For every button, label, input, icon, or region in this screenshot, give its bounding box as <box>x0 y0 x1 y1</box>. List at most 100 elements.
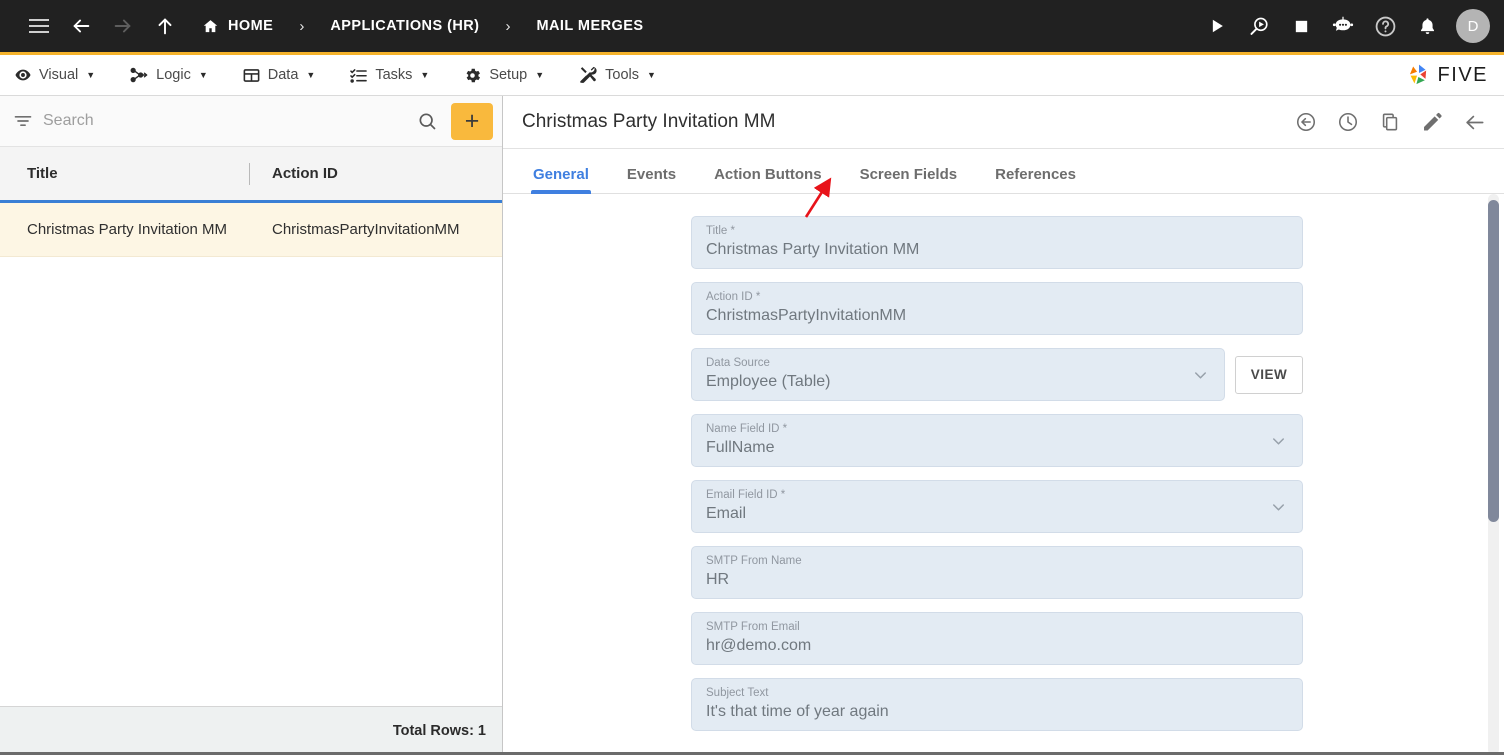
name-field-id-label: Name Field ID * <box>706 423 788 435</box>
close-icon[interactable] <box>1463 111 1486 134</box>
detail-tabs: General Events Action Buttons Screen Fie… <box>503 149 1504 194</box>
chevron-down-icon[interactable] <box>1269 431 1288 450</box>
hamburger-menu-icon[interactable] <box>18 5 60 47</box>
menu-label-logic: Logic <box>156 67 191 83</box>
title-field-label: Title * <box>706 225 735 237</box>
data-source-value: Employee (Table) <box>706 373 831 390</box>
run-icon[interactable] <box>1196 5 1238 47</box>
form-row-smtp-from-name: SMTP From Name HR <box>691 546 1303 599</box>
menu-label-tools: Tools <box>605 67 639 83</box>
preview-icon[interactable] <box>1238 5 1280 47</box>
action-id-field[interactable]: Action ID * ChristmasPartyInvitationMM <box>691 282 1303 335</box>
chevron-down-icon[interactable] <box>1269 497 1288 516</box>
tab-general[interactable]: General <box>531 166 591 194</box>
chevron-down-icon: ▼ <box>647 70 656 80</box>
records-empty-area <box>0 257 502 706</box>
duplicate-icon[interactable] <box>1379 111 1401 133</box>
menu-label-visual: Visual <box>39 67 79 83</box>
chevron-down-icon: ▼ <box>86 70 96 80</box>
forward-navigation-icon[interactable] <box>102 5 144 47</box>
scrollbar-thumb[interactable] <box>1488 200 1499 522</box>
search-icon[interactable] <box>417 111 437 131</box>
email-field-id-label: Email Field ID * <box>706 489 786 501</box>
name-field-id-select[interactable]: Name Field ID * FullName <box>691 414 1303 467</box>
column-header-action-id[interactable]: Action ID <box>250 165 338 182</box>
history-icon[interactable] <box>1337 111 1359 133</box>
breadcrumb-item-applications[interactable]: APPLICATIONS (HR) <box>330 18 479 34</box>
data-source-select[interactable]: Data Source Employee (Table) <box>691 348 1225 401</box>
add-record-button[interactable]: + <box>451 102 493 140</box>
smtp-from-name-label: SMTP From Name <box>706 555 802 567</box>
form-row-data-source: Data Source Employee (Table) VIEW <box>691 348 1303 401</box>
user-avatar[interactable]: D <box>1456 9 1490 43</box>
topbar-left-group: HOME › APPLICATIONS (HR) › MAIL MERGES <box>18 5 1196 47</box>
title-field-value: Christmas Party Invitation MM <box>706 241 920 258</box>
total-rows-footer: Total Rows: 1 <box>0 706 502 755</box>
breadcrumb-item-mail-merges[interactable]: MAIL MERGES <box>536 18 643 34</box>
detail-header: Christmas Party Invitation MM <box>503 96 1504 149</box>
menu-item-tasks[interactable]: Tasks ▼ <box>349 66 429 85</box>
form-row-subject-text: Subject Text It's that time of year agai… <box>691 678 1303 731</box>
flow-nodes-icon <box>129 65 149 85</box>
subject-text-label: Subject Text <box>706 687 769 699</box>
form-row-title: Title * Christmas Party Invitation MM <box>691 216 1303 269</box>
notifications-icon[interactable] <box>1406 5 1448 47</box>
add-record-label: + <box>464 106 480 135</box>
stop-icon[interactable] <box>1280 5 1322 47</box>
smtp-from-name-value: HR <box>706 571 730 588</box>
column-header-title-label: Title <box>27 165 58 182</box>
eye-icon <box>14 66 32 84</box>
detail-form-column: Title * Christmas Party Invitation MM Ac… <box>691 216 1303 731</box>
tab-references[interactable]: References <box>995 166 1076 193</box>
action-id-field-value: ChristmasPartyInvitationMM <box>706 307 907 324</box>
back-navigation-icon[interactable] <box>60 5 102 47</box>
chevron-down-icon: ▼ <box>535 70 545 80</box>
tab-action-buttons[interactable]: Action Buttons <box>714 166 821 193</box>
five-brand-logo: FIVE <box>1406 62 1488 88</box>
tab-events-label: Events <box>626 166 677 183</box>
detail-panel: Christmas Party Invitation MM General Ev… <box>503 96 1504 755</box>
menu-label-tasks: Tasks <box>375 67 413 83</box>
menu-label-data: Data <box>267 67 299 83</box>
smtp-from-name-field[interactable]: SMTP From Name HR <box>691 546 1303 599</box>
column-header-title[interactable]: Title <box>0 162 250 185</box>
avatar-initial: D <box>1467 17 1479 35</box>
tab-events[interactable]: Events <box>627 166 676 193</box>
tab-screen-fields[interactable]: Screen Fields <box>860 166 958 193</box>
breadcrumb-item-home[interactable]: HOME <box>202 18 273 35</box>
chevron-down-icon[interactable] <box>1191 365 1210 384</box>
menu-item-setup[interactable]: Setup ▼ <box>463 66 544 85</box>
revert-icon[interactable] <box>1295 111 1317 133</box>
chatbot-icon[interactable] <box>1322 5 1364 47</box>
subject-text-value: It's that time of year again <box>706 703 889 720</box>
view-data-source-button[interactable]: VIEW <box>1235 355 1303 394</box>
help-icon[interactable] <box>1364 5 1406 47</box>
checklist-icon <box>349 66 368 85</box>
menu-item-logic[interactable]: Logic ▼ <box>129 65 208 85</box>
total-rows-label: Total Rows: 1 <box>392 723 486 739</box>
hamburger-glyph <box>29 19 49 33</box>
filter-icon[interactable] <box>13 111 33 131</box>
breadcrumb-label-mail-merges: MAIL MERGES <box>536 18 644 34</box>
action-id-field-label: Action ID * <box>706 291 761 303</box>
name-field-id-value: FullName <box>706 439 775 456</box>
smtp-from-email-field[interactable]: SMTP From Email hr@demo.com <box>691 612 1303 665</box>
title-field[interactable]: Title * Christmas Party Invitation MM <box>691 216 1303 269</box>
table-cell-title: Christmas Party Invitation MM <box>27 221 228 238</box>
smtp-from-email-label: SMTP From Email <box>706 621 800 633</box>
form-row-smtp-from-email: SMTP From Email hr@demo.com <box>691 612 1303 665</box>
menu-item-data[interactable]: Data ▼ <box>242 66 315 85</box>
breadcrumb-separator-2: › <box>505 17 511 35</box>
search-input[interactable] <box>43 112 407 130</box>
table-row[interactable]: Christmas Party Invitation MM ChristmasP… <box>0 203 502 257</box>
menu-item-visual[interactable]: Visual ▼ <box>14 66 95 84</box>
edit-icon[interactable] <box>1421 111 1443 133</box>
gear-icon <box>463 66 482 85</box>
breadcrumb-separator-1: › <box>299 17 305 35</box>
menu-item-tools[interactable]: Tools ▼ <box>578 65 656 85</box>
detail-scrollbar[interactable] <box>1488 194 1499 755</box>
up-navigation-icon[interactable] <box>144 5 186 47</box>
column-divider[interactable] <box>249 162 250 185</box>
email-field-id-select[interactable]: Email Field ID * Email <box>691 480 1303 533</box>
subject-text-field[interactable]: Subject Text It's that time of year agai… <box>691 678 1303 731</box>
